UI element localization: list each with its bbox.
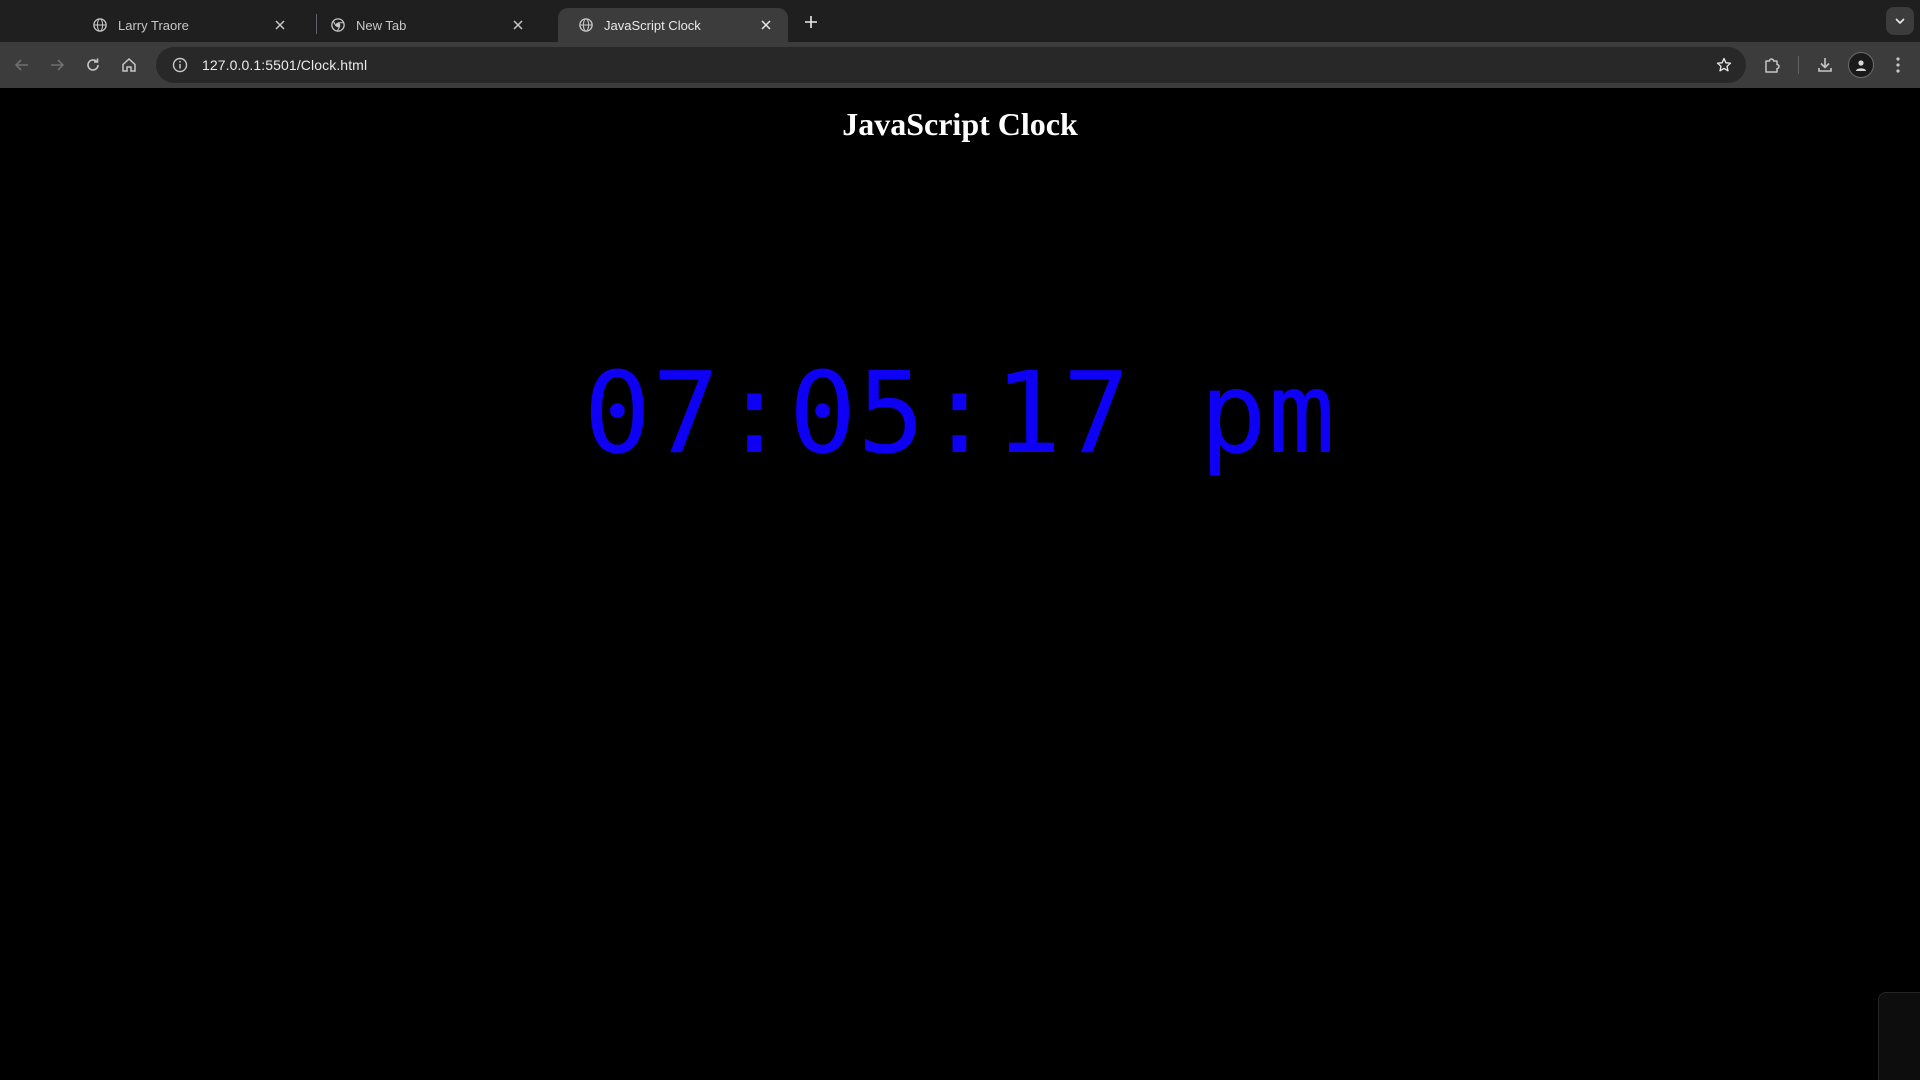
tab-new-tab[interactable]: New Tab <box>310 8 540 42</box>
toolbar-divider <box>1798 56 1799 74</box>
chrome-icon <box>330 17 346 33</box>
browser-toolbar: 127.0.0.1:5501/Clock.html <box>0 42 1920 88</box>
arrow-left-icon <box>14 59 28 71</box>
page-title: JavaScript Clock <box>842 106 1078 142</box>
download-icon <box>1818 58 1832 72</box>
reload-icon <box>87 58 99 71</box>
extensions-button[interactable] <box>1756 49 1788 81</box>
tab-strip: Larry Traore New Tab JavaScript Clock <box>0 0 1920 42</box>
globe-icon <box>92 17 108 33</box>
user-icon <box>1856 60 1866 71</box>
tab-title: New Tab <box>356 17 407 33</box>
page-content: JavaScript Clock 07:05:17 pm <box>0 88 1920 1080</box>
menu-button[interactable] <box>1882 49 1914 81</box>
more-vertical-icon <box>1896 57 1900 73</box>
tab-larry-traore[interactable]: Larry Traore <box>72 8 302 42</box>
close-tab-icon[interactable] <box>270 15 290 35</box>
reload-button[interactable] <box>77 49 109 81</box>
profile-avatar[interactable] <box>1848 52 1874 78</box>
forward-button[interactable] <box>41 49 73 81</box>
site-info-icon[interactable] <box>168 53 192 77</box>
tab-title: JavaScript Clock <box>604 17 701 33</box>
tab-title: Larry Traore <box>118 17 189 33</box>
arrow-right-icon <box>51 59 65 71</box>
close-tab-icon[interactable] <box>508 15 528 35</box>
globe-icon <box>578 17 594 33</box>
close-tab-icon[interactable] <box>756 15 776 35</box>
address-bar[interactable]: 127.0.0.1:5501/Clock.html <box>156 47 1746 83</box>
back-button[interactable] <box>6 49 38 81</box>
downloads-button[interactable] <box>1809 49 1841 81</box>
plus-icon <box>805 16 817 28</box>
tab-search-button[interactable] <box>1886 7 1914 35</box>
tab-javascript-clock[interactable]: JavaScript Clock <box>558 8 788 42</box>
chevron-down-icon <box>1895 18 1905 25</box>
clock-display: 07:05:17 pm <box>583 349 1337 479</box>
new-tab-button[interactable] <box>797 8 825 36</box>
bookmark-star-icon[interactable] <box>1712 53 1736 77</box>
home-icon <box>122 57 136 72</box>
side-panel-edge <box>1878 992 1920 1080</box>
home-button[interactable] <box>113 49 145 81</box>
url-text[interactable]: 127.0.0.1:5501/Clock.html <box>202 57 367 73</box>
puzzle-icon <box>1765 58 1780 73</box>
